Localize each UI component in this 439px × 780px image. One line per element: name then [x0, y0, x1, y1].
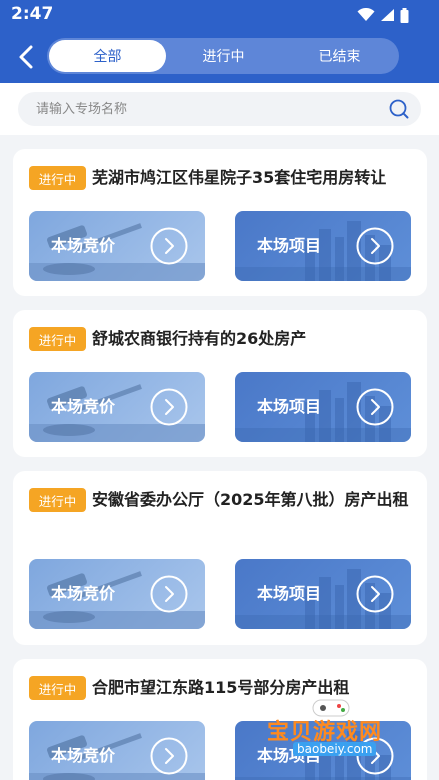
chevron-right-circle-icon: [356, 388, 394, 426]
tile-label: 本场项目: [257, 236, 322, 255]
session-bid-button[interactable]: 本场竞价: [29, 559, 205, 629]
session-title: 舒城农商银行持有的26处房产: [92, 329, 307, 348]
tile-label: 本场竞价: [51, 584, 116, 603]
tile-label: 本场竞价: [51, 236, 116, 255]
tile-label: 本场项目: [257, 397, 322, 416]
status-bar: 2:47: [0, 0, 439, 30]
tile-label: 本场项目: [257, 584, 322, 603]
search-area: [0, 83, 439, 135]
session-title: 安徽省委办公厅（2025年第八批）房产出租: [92, 490, 409, 509]
chevron-right-circle-icon: [150, 737, 188, 775]
session-bid-button[interactable]: 本场竞价: [29, 721, 205, 780]
chevron-right-circle-icon: [356, 575, 394, 613]
chevron-right-circle-icon: [150, 227, 188, 265]
session-projects-button[interactable]: 本场项目: [235, 559, 411, 629]
top-bar: 2:47 全部 进行中 已结束: [0, 0, 439, 83]
tab-ended[interactable]: 已结束: [281, 40, 398, 72]
tab-in-progress[interactable]: 进行中: [165, 40, 282, 72]
session-card[interactable]: 进行中 安徽省委办公厅（2025年第八批）房产出租 本场竞价 本场项目: [13, 471, 427, 645]
status-badge: 进行中: [29, 488, 86, 512]
cellular-signal-icon: [381, 9, 394, 21]
session-projects-button[interactable]: 本场项目: [235, 211, 411, 281]
search-input[interactable]: [36, 92, 376, 126]
tile-label: 本场竞价: [51, 746, 116, 765]
watermark-url: baobeiy.com: [293, 742, 377, 756]
tab-all[interactable]: 全部: [49, 40, 166, 72]
watermark-logo: 宝贝游戏网 baobeiy.com: [263, 694, 433, 774]
status-icons: [357, 7, 409, 23]
session-projects-button[interactable]: 本场项目: [235, 372, 411, 442]
status-time: 2:47: [11, 4, 54, 24]
status-badge: 进行中: [29, 166, 86, 190]
chevron-right-circle-icon: [356, 227, 394, 265]
session-card[interactable]: 进行中 舒城农商银行持有的26处房产 本场竞价 本场项目: [13, 310, 427, 457]
search-box: [18, 92, 421, 126]
session-bid-button[interactable]: 本场竞价: [29, 211, 205, 281]
session-bid-button[interactable]: 本场竞价: [29, 372, 205, 442]
session-title: 芜湖市鸠江区伟星院子35套住宅用房转让: [92, 168, 387, 187]
status-badge: 进行中: [29, 327, 86, 351]
status-badge: 进行中: [29, 676, 86, 700]
session-card[interactable]: 进行中 芜湖市鸠江区伟星院子35套住宅用房转让 本场竞价 本场项目: [13, 149, 427, 296]
search-icon[interactable]: [389, 99, 409, 119]
wifi-icon: [357, 8, 375, 21]
chevron-right-circle-icon: [150, 575, 188, 613]
chevron-right-circle-icon: [150, 388, 188, 426]
tile-label: 本场竞价: [51, 397, 116, 416]
back-arrow-icon[interactable]: [14, 44, 40, 70]
status-filter-tabs: 全部 进行中 已结束: [47, 38, 399, 74]
battery-icon: [400, 7, 409, 23]
